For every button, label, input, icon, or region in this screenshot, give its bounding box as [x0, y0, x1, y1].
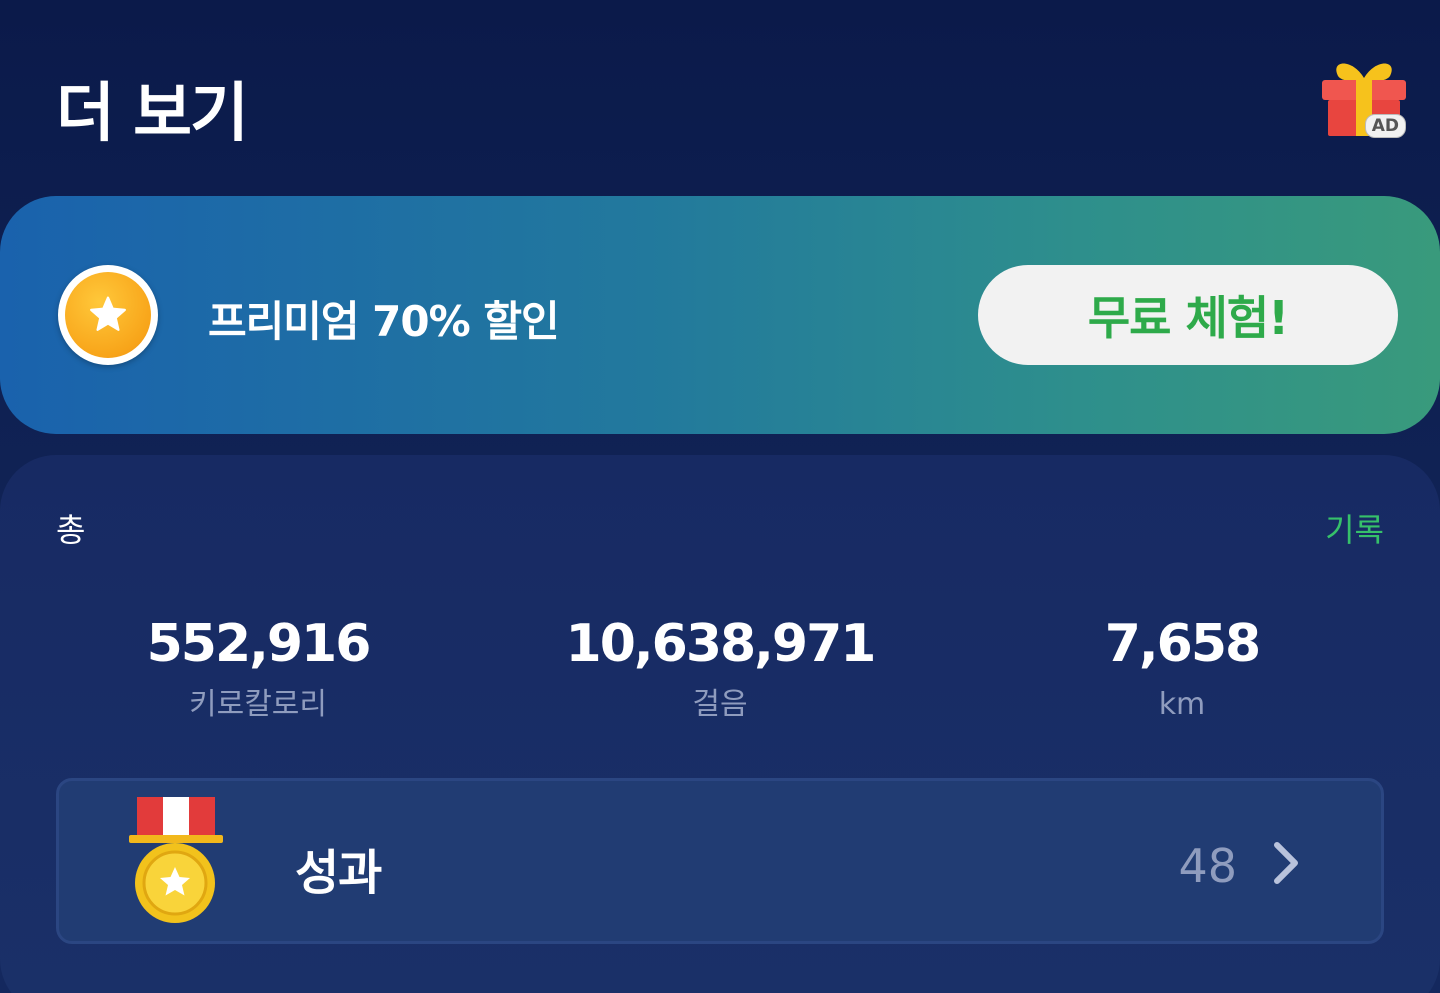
achievements-label: 성과: [295, 845, 382, 901]
stat-steps: 10,638,971 걸음: [490, 613, 950, 723]
stat-calories: 552,916 키로칼로리: [28, 613, 488, 723]
calories-label: 키로칼로리: [189, 687, 327, 722]
steps-label: 걸음: [692, 687, 748, 722]
gift-ad-button[interactable]: AD: [1316, 54, 1412, 144]
page-title: 더 보기: [56, 77, 249, 151]
premium-banner[interactable]: 프리미엄 70% 할인 무료 체험!: [0, 196, 1440, 434]
calories-value: 552,916: [146, 614, 372, 674]
star-coin-icon: [58, 265, 158, 365]
achievements-row[interactable]: 성과 48: [56, 778, 1384, 944]
medal-icon: [129, 797, 223, 923]
distance-value: 7,658: [1104, 614, 1261, 674]
more-page: 더 보기 AD 프리미엄 70% 할인 무료 체험! 총 기록 552,916 …: [0, 0, 1440, 993]
free-trial-button[interactable]: 무료 체험!: [978, 265, 1398, 365]
achievements-count: 48: [1178, 839, 1237, 893]
summary-card: 총 기록 552,916 키로칼로리 10,638,971 걸음 7,658 k…: [0, 455, 1440, 993]
history-link[interactable]: 기록: [1325, 505, 1384, 551]
total-label: 총: [56, 511, 86, 549]
steps-value: 10,638,971: [565, 614, 877, 674]
chevron-right-icon: [1274, 842, 1298, 884]
distance-label: km: [1158, 687, 1206, 722]
stat-distance: 7,658 km: [952, 613, 1412, 723]
premium-discount-text: 프리미엄 70% 할인: [208, 297, 560, 346]
ad-badge: AD: [1364, 114, 1406, 138]
